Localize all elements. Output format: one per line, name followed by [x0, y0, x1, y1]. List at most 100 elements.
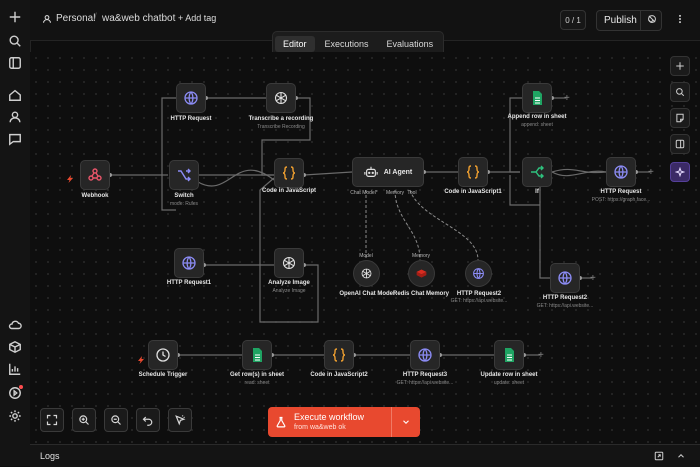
box-icon[interactable] [6, 338, 24, 356]
code-braces-icon [332, 348, 346, 362]
node-title: HTTP Request2 [456, 291, 502, 297]
plus-icon[interactable] [6, 8, 24, 26]
tab-executions[interactable]: Executions [317, 36, 377, 52]
zoom-in-icon [79, 415, 89, 425]
sticky-note-button[interactable] [670, 108, 690, 128]
search-nodes-button[interactable] [670, 82, 690, 102]
openai-icon [361, 268, 372, 279]
node-webhook[interactable] [80, 160, 110, 190]
node-if[interactable] [522, 157, 552, 187]
panel-toggle-button[interactable] [670, 134, 690, 154]
node-code-javascript[interactable] [274, 158, 304, 188]
more-options-icon[interactable] [671, 10, 689, 28]
node-subtitle: mode: Rules [169, 201, 199, 207]
node-subtitle: update: sheet [493, 380, 525, 386]
ai-assistant-button[interactable] [670, 162, 690, 182]
node-update-row[interactable] [494, 340, 524, 370]
add-tag-button[interactable]: + Add tag [178, 13, 216, 23]
add-node-button[interactable] [670, 56, 690, 76]
plus-icon [676, 62, 684, 70]
logs-panel[interactable]: Logs [30, 444, 700, 467]
node-title: Analyze Image [268, 280, 310, 286]
node-title: Code in JavaScript [261, 188, 317, 194]
ai-sparkle-icon [675, 167, 685, 177]
notification-dot [19, 385, 23, 389]
popout-icon[interactable] [652, 449, 666, 463]
node-get-rows[interactable] [242, 340, 272, 370]
chevron-up-icon[interactable] [674, 449, 688, 463]
node-http-request[interactable] [176, 83, 206, 113]
workflow-canvas[interactable] [30, 52, 700, 444]
node-analyze-image[interactable] [274, 248, 304, 278]
breadcrumb-separator: / [94, 12, 97, 23]
node-http-request3[interactable] [410, 340, 440, 370]
version-counter[interactable]: 0 / 1 [560, 10, 586, 30]
sub-node-label: Memory [411, 253, 431, 259]
node-code-javascript1[interactable] [458, 157, 488, 187]
workflow-name-text: wa&web chatbot [102, 13, 176, 24]
openai-icon [282, 256, 296, 270]
undo-button[interactable] [136, 408, 160, 432]
globe-icon [184, 91, 198, 105]
node-redis-chat-memory[interactable] [408, 260, 435, 287]
openai-icon [274, 91, 288, 105]
search-icon[interactable] [6, 32, 24, 50]
trigger-bolt-icon [66, 170, 74, 183]
fit-view-icon [46, 414, 58, 426]
home-icon[interactable] [6, 86, 24, 104]
node-code-javascript2[interactable] [324, 340, 354, 370]
node-title: HTTP Request [600, 189, 642, 195]
node-http-request2-tool[interactable] [465, 260, 492, 287]
sheets-icon [505, 348, 514, 362]
node-title: Code in JavaScript1 [444, 189, 502, 195]
robot-icon [364, 166, 378, 177]
sheets-icon [253, 348, 262, 362]
execute-main[interactable]: Execute workflow from wa&web ok [268, 407, 391, 437]
add-tag-label: + Add tag [178, 13, 217, 23]
node-switch[interactable] [169, 160, 199, 190]
node-http-request1[interactable] [174, 248, 204, 278]
play-icon[interactable] [6, 384, 24, 402]
globe-icon [418, 348, 432, 362]
node-subtitle: POST: https://graph.face... [591, 197, 651, 203]
node-title: Code in JavaScript2 [310, 372, 368, 378]
chat-icon[interactable] [6, 130, 24, 148]
execute-workflow-button[interactable]: Execute workflow from wa&web ok [268, 407, 420, 437]
tab-evaluations[interactable]: Evaluations [379, 36, 442, 52]
tidy-up-button[interactable] [168, 408, 192, 432]
zoom-out-button[interactable] [104, 408, 128, 432]
tidy-up-icon [175, 415, 186, 426]
node-subtitle: append: sheet [521, 122, 553, 128]
left-sidebar [0, 0, 31, 466]
chevron-down-icon[interactable] [392, 417, 420, 427]
node-http-request2[interactable] [550, 263, 580, 293]
fit-view-button[interactable] [40, 408, 64, 432]
node-title: OpenAI Chat Model [339, 291, 395, 297]
history-icon[interactable] [643, 10, 661, 28]
cloud-icon[interactable] [6, 316, 24, 334]
code-braces-icon [282, 166, 296, 180]
webhook-icon [88, 168, 102, 181]
node-http-request-graph[interactable] [606, 157, 636, 187]
code-braces-icon [466, 165, 480, 179]
project-breadcrumb[interactable]: Personal [42, 13, 95, 24]
node-append-row[interactable] [522, 83, 552, 113]
globe-icon [614, 165, 628, 179]
node-openai-chat-model[interactable] [353, 260, 380, 287]
gear-icon[interactable] [6, 407, 24, 425]
layout-icon[interactable] [6, 54, 24, 72]
workflow-name[interactable]: wa&web chatbot [102, 13, 175, 24]
globe-icon [473, 268, 484, 279]
globe-icon [182, 256, 196, 270]
chart-icon[interactable] [6, 360, 24, 378]
node-subtitle: GET: https://api.website... [396, 380, 454, 386]
node-ai-agent[interactable]: AI Agent [352, 157, 424, 187]
flask-icon [268, 416, 294, 428]
zoom-in-button[interactable] [72, 408, 96, 432]
node-transcribe[interactable] [266, 83, 296, 113]
node-title: Append row in sheet [507, 114, 567, 120]
switch-icon [178, 168, 191, 182]
user-icon[interactable] [6, 108, 24, 126]
node-schedule-trigger[interactable] [148, 340, 178, 370]
tab-editor[interactable]: Editor [275, 36, 315, 52]
